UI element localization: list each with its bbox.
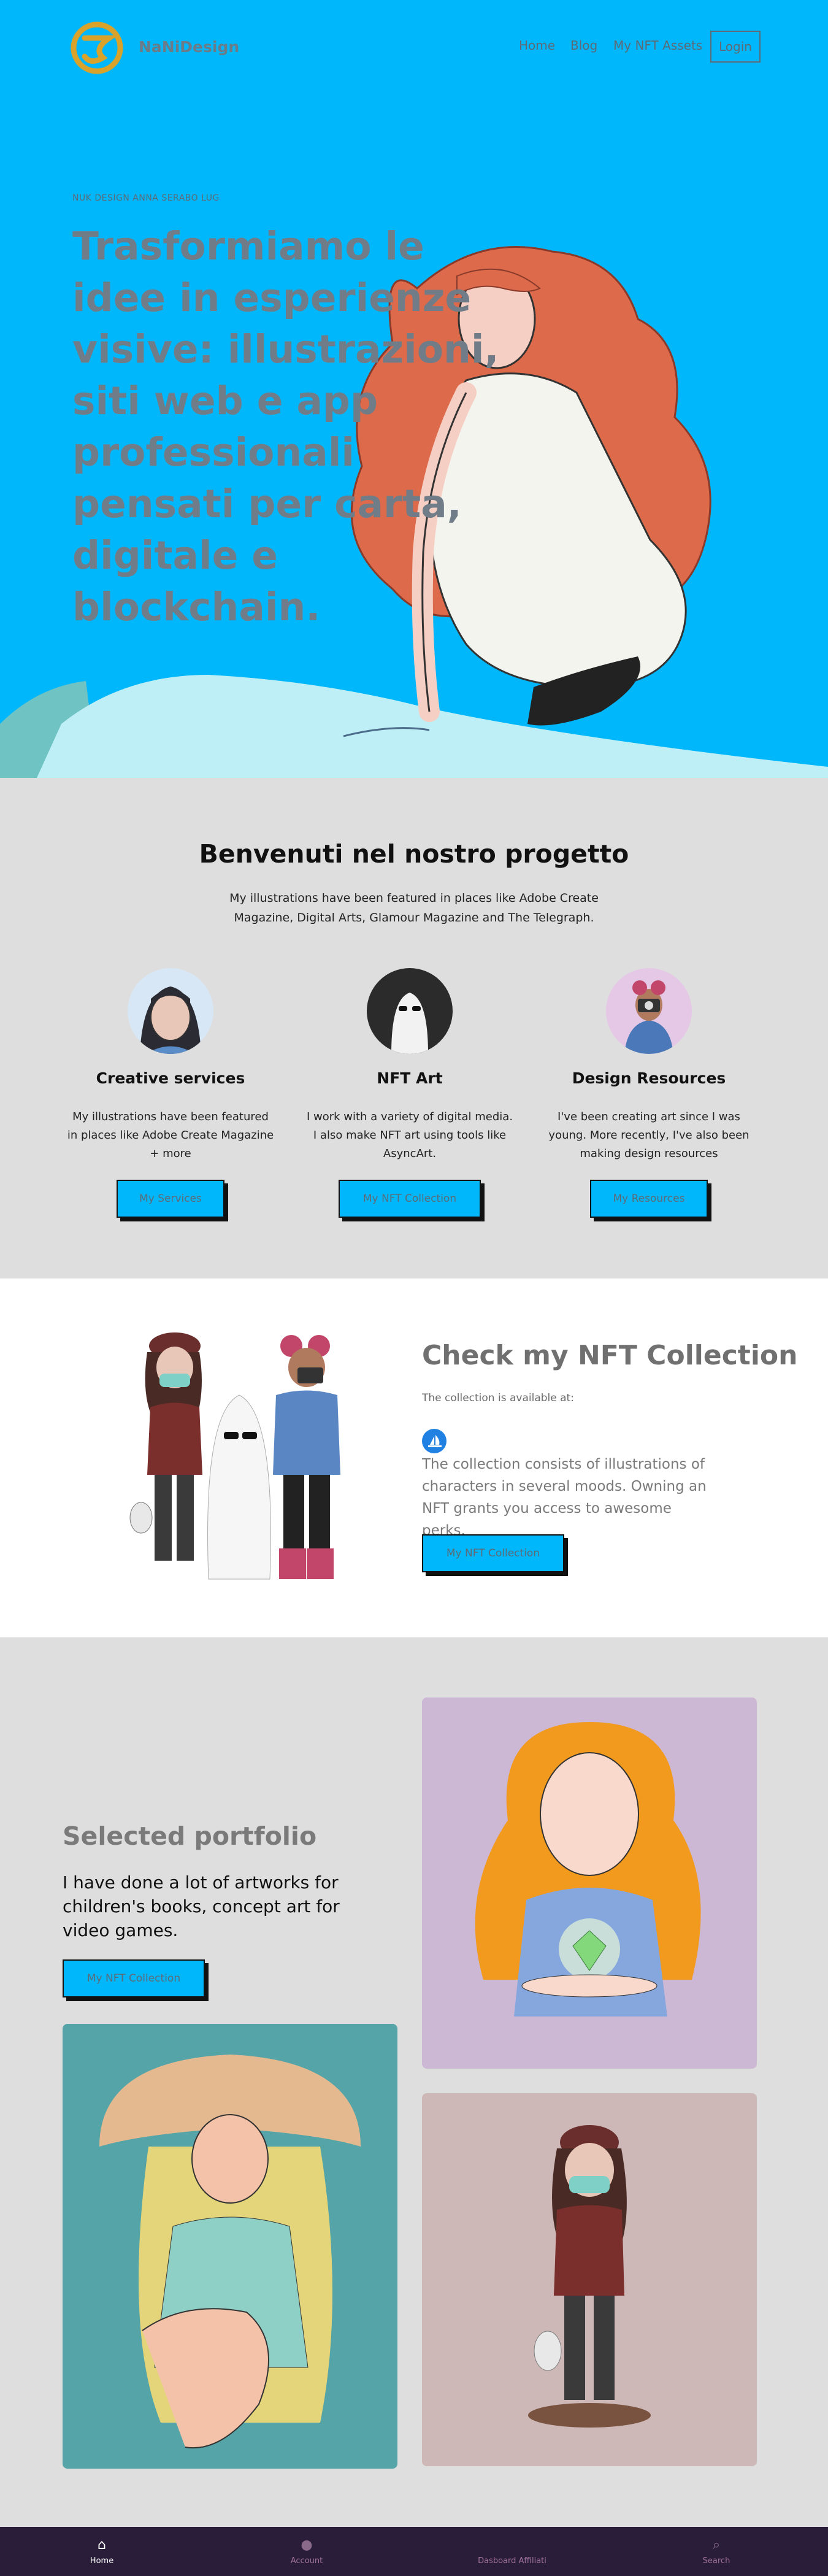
nft-section: Check my NFT Collection The collection i… [0,1278,828,1637]
opensea-icon[interactable] [422,1429,447,1453]
search-icon: ⌕ [712,2537,721,2553]
card-title: Design Resources [572,1069,726,1087]
bottom-tab-label: Search [702,2556,730,2566]
nft-characters-illustration [129,1332,340,1580]
card-text: I work with a variety of digital media. … [306,1110,513,1160]
bottom-tab-home[interactable]: ⌂ Home [40,2527,163,2576]
portfolio-tile-diamond-girl[interactable] [422,1697,757,2069]
nav-link-home[interactable]: Home [519,38,555,53]
logo-icon[interactable] [69,20,125,76]
home-icon: ⌂ [98,2537,106,2553]
bottom-tab-label: Dasboard Affiliati [478,2556,546,2566]
resources-avatar [606,968,692,1054]
bottom-tab-search[interactable]: ⌕ Search [655,2527,778,2576]
portfolio-tile-mask-girl[interactable] [422,2093,757,2466]
my-resources-button[interactable]: My Resources [590,1180,708,1218]
bottom-tab-label: Account [290,2556,323,2566]
nft-title: Check my NFT Collection [422,1340,798,1371]
nft-description: The collection consists of illustrations… [422,1456,707,1539]
nav-link-nft-assets[interactable]: My NFT Assets [613,38,702,53]
nft-collection-button[interactable]: My NFT Collection [422,1534,564,1572]
card-text: My illustrations have been featured in p… [67,1110,274,1160]
user-icon: ● [301,2537,313,2553]
bottom-tab-account[interactable]: ● Account [245,2527,368,2576]
bottom-tab-dashboard[interactable]: ■ Dasboard Affiliati [451,2527,573,2576]
hero-section: NaNiDesign Home Blog My NFT Assets Login… [0,0,828,778]
card-text: I've been creating art since I was young… [548,1110,749,1160]
bottom-tab-bar: ⌂ Home ● Account ■ Dasboard Affiliati ⌕ … [0,2527,828,2576]
hero-title: Trasformiamo le idee in esperienze visiv… [72,224,499,629]
top-navigation: NaNiDesign Home Blog My NFT Assets Login [0,0,828,95]
portfolio-section: Selected portfolio I have done a lot of … [0,1637,828,2527]
welcome-section: Benvenuti nel nostro progetto My illustr… [0,778,828,1278]
portfolio-title: Selected portfolio [63,1821,317,1851]
my-nft-collection-button[interactable]: My NFT Collection [339,1180,481,1218]
welcome-title: Benvenuti nel nostro progetto [199,839,629,869]
brand-name[interactable]: NaNiDesign [139,38,239,56]
welcome-intro: My illustrations have been featured in p… [229,891,599,925]
portfolio-lead: I have done a lot of artworks for childr… [63,1872,340,1940]
nav-link-blog[interactable]: Blog [570,38,597,53]
card-title: NFT Art [377,1069,443,1087]
card-title: Creative services [96,1069,245,1087]
portfolio-nft-button[interactable]: My NFT Collection [63,1959,205,1997]
creative-avatar [128,968,213,1054]
my-services-button[interactable]: My Services [117,1180,224,1218]
portfolio-tile-hat-girl[interactable] [63,2024,397,2469]
login-button[interactable]: Login [710,31,761,63]
nft-availability: The collection is available at: [422,1392,574,1404]
bottom-tab-label: Home [90,2556,114,2566]
hero-eyebrow: NUK DESIGN ANNA SERABO LUG [72,193,220,203]
nft-avatar [367,968,453,1054]
